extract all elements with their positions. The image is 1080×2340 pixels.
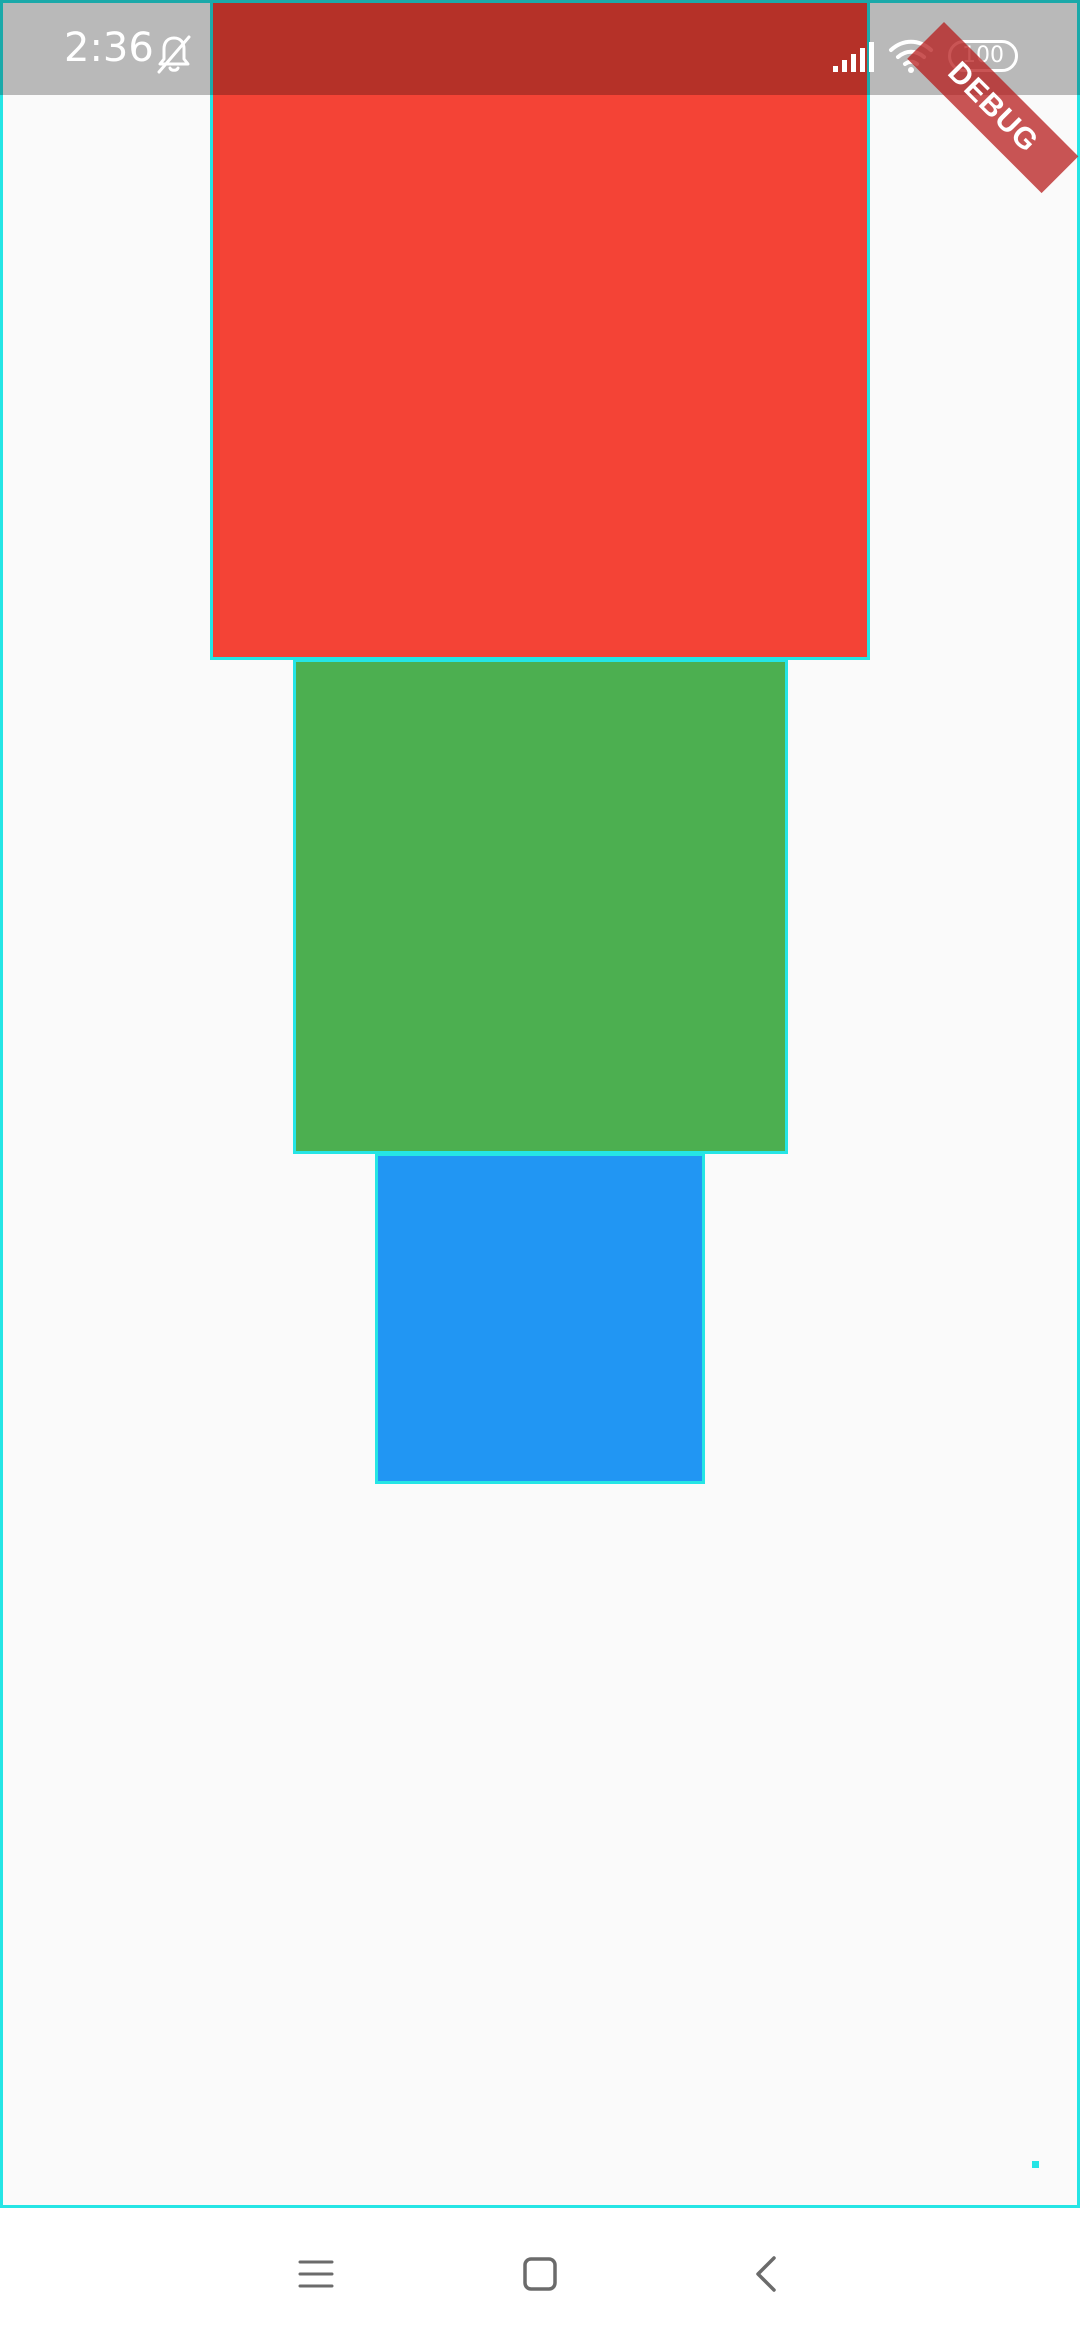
blue-box: [375, 1153, 705, 1484]
red-box: [210, 0, 870, 660]
bell-off-icon: [157, 35, 191, 74]
debug-marker: [1032, 2161, 1039, 2168]
navigation-bar: [0, 2208, 1080, 2340]
menu-icon[interactable]: [280, 2238, 352, 2310]
home-icon[interactable]: [504, 2238, 576, 2310]
status-time: 2:36: [64, 25, 154, 71]
back-icon[interactable]: [732, 2238, 804, 2310]
signal-icon: [833, 42, 874, 72]
screen: 2:36 100 DEBUG: [0, 0, 1080, 2340]
green-box: [293, 659, 788, 1154]
